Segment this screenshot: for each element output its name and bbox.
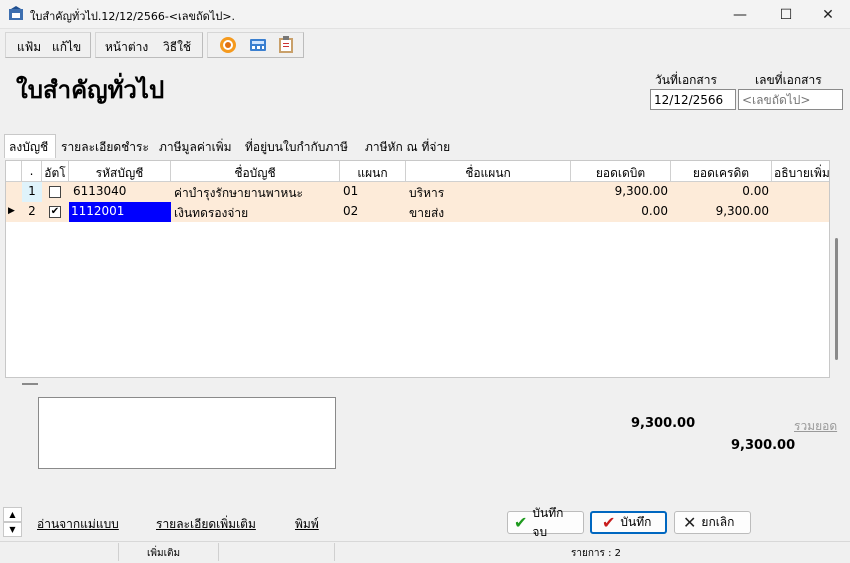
dept-cell[interactable]: 01 bbox=[340, 182, 406, 202]
calculator-icon[interactable] bbox=[248, 35, 268, 55]
description-cell[interactable] bbox=[772, 182, 829, 202]
menu-edit[interactable]: แก้ไข bbox=[52, 38, 81, 57]
debit-cell[interactable]: 9,300.00 bbox=[571, 182, 671, 202]
tab-invoice-address[interactable]: ที่อยู่บนใบกำกับภาษี bbox=[241, 135, 361, 157]
row-number: 1 bbox=[22, 182, 42, 202]
row-number: 2 bbox=[28, 204, 36, 218]
grid-header-no[interactable]: . bbox=[22, 161, 42, 182]
dept-cell[interactable]: 02 bbox=[340, 202, 406, 222]
cancel-button[interactable]: ✕ ยกเลิก bbox=[674, 511, 751, 534]
account-code-cell-selected[interactable]: 1112001 bbox=[69, 202, 171, 222]
account-code-cell[interactable]: 6113040 bbox=[69, 182, 171, 202]
status-mode: เพิ่มเติม bbox=[118, 543, 218, 561]
tab-vat[interactable]: ภาษีมูลค่าเพิ่ม bbox=[155, 135, 241, 157]
table-row[interactable]: ▶ 2 ✔ 1112001 เงินทดรองจ่าย 02 ขายส่ง 0.… bbox=[6, 202, 829, 222]
grid-horizontal-scroll-thumb[interactable] bbox=[22, 383, 38, 385]
grid-horizontal-scrollbar[interactable] bbox=[6, 378, 830, 392]
check-icon: ✔ bbox=[514, 513, 528, 532]
save-close-button[interactable]: ✔ บันทึกจบ bbox=[507, 506, 584, 539]
auto-checkbox[interactable] bbox=[49, 186, 61, 198]
menu-window[interactable]: หน้าต่าง bbox=[105, 38, 148, 57]
grid-header-auto[interactable]: อัตโ bbox=[42, 161, 69, 182]
close-button[interactable]: ✕ bbox=[805, 0, 850, 29]
account-name-cell[interactable]: ค่าบำรุงรักษายานพาหนะ bbox=[171, 182, 340, 202]
target-icon[interactable] bbox=[218, 35, 238, 55]
description-cell[interactable] bbox=[772, 202, 829, 222]
dept-name-cell[interactable]: บริหาร bbox=[406, 182, 571, 202]
grid-header-indicator bbox=[6, 161, 22, 182]
grid-header-debit[interactable]: ยอดเดบิต bbox=[571, 161, 671, 182]
grid-header: . อัตโ รหัสบัญชี ชื่อบัญชี แผนก ชื่อแผนก… bbox=[6, 161, 829, 182]
table-row[interactable]: 1 6113040 ค่าบำรุงรักษายานพาหนะ 01 บริหา… bbox=[6, 182, 829, 202]
menu-file[interactable]: แฟ้ม bbox=[17, 38, 41, 57]
credit-total: 9,300.00 bbox=[731, 438, 796, 453]
more-details-link[interactable]: รายละเอียดเพิ่มเติม bbox=[156, 515, 256, 534]
auto-checkbox-cell bbox=[42, 182, 69, 202]
tab-payment-details[interactable]: รายละเอียดชำระ bbox=[57, 135, 156, 157]
grid-header-dept-name[interactable]: ชื่อแผนก bbox=[406, 161, 571, 182]
check-red-icon: ✔ bbox=[602, 513, 616, 532]
menu-help[interactable]: วิธีใช้ bbox=[163, 38, 191, 57]
debit-cell[interactable]: 0.00 bbox=[571, 202, 671, 222]
grid-header-account-name[interactable]: ชื่อบัญชี bbox=[171, 161, 340, 182]
credit-cell[interactable]: 9,300.00 bbox=[671, 202, 772, 222]
save-label: บันทึก bbox=[620, 515, 652, 529]
debit-total: 9,300.00 bbox=[631, 416, 696, 431]
scroll-up-icon[interactable]: ▲ bbox=[3, 507, 22, 522]
doc-number-label: เลขที่เอกสาร bbox=[755, 73, 822, 87]
memo-field[interactable] bbox=[38, 397, 336, 469]
minimize-button[interactable]: — bbox=[717, 0, 763, 29]
status-cell-empty bbox=[218, 543, 334, 561]
print-link[interactable]: พิมพ์ bbox=[295, 515, 319, 534]
read-template-link[interactable]: อ่านจากแม่แบบ bbox=[37, 515, 119, 534]
grid-header-dept[interactable]: แผนก bbox=[340, 161, 406, 182]
date-label: วันที่เอกสาร bbox=[655, 73, 717, 87]
grid-vertical-scroll-thumb[interactable] bbox=[835, 238, 838, 360]
auto-checkbox-cell: ✔ bbox=[42, 202, 69, 222]
dept-name-cell[interactable]: ขายส่ง bbox=[406, 202, 571, 222]
date-field[interactable] bbox=[650, 89, 736, 110]
close-icon: ✕ bbox=[683, 513, 697, 532]
grid-header-account-code[interactable]: รหัสบัญชี bbox=[69, 161, 171, 182]
maximize-button[interactable]: ☐ bbox=[763, 0, 809, 29]
current-row-arrow-icon: ▶ bbox=[8, 206, 15, 216]
account-name-cell[interactable]: เงินทดรองจ่าย bbox=[171, 202, 340, 222]
status-item-count: รายการ : 2 bbox=[334, 543, 834, 561]
app-icon bbox=[9, 6, 23, 20]
auto-checkbox[interactable]: ✔ bbox=[49, 206, 61, 218]
grid-header-credit[interactable]: ยอดเครดิต bbox=[671, 161, 772, 182]
save-button[interactable]: ✔ บันทึก bbox=[590, 511, 667, 534]
tab-withholding-tax[interactable]: ภาษีหัก ณ ที่จ่าย bbox=[361, 135, 459, 157]
doc-number-field[interactable] bbox=[738, 89, 843, 110]
scroll-down-icon[interactable]: ▼ bbox=[3, 522, 22, 537]
save-close-label: บันทึกจบ bbox=[532, 505, 564, 539]
page-title: ใบสำคัญทั่วไป bbox=[16, 76, 165, 104]
journal-grid[interactable]: . อัตโ รหัสบัญชี ชื่อบัญชี แผนก ชื่อแผนก… bbox=[5, 160, 830, 378]
sum-link[interactable]: รวมยอด bbox=[794, 417, 837, 436]
clipboard-icon[interactable] bbox=[276, 35, 296, 55]
cancel-label: ยกเลิก bbox=[701, 515, 735, 529]
grid-header-description[interactable]: อธิบายเพิ่ม bbox=[772, 161, 829, 182]
tab-posting[interactable]: ลงบัญชี bbox=[4, 134, 56, 158]
credit-cell[interactable]: 0.00 bbox=[671, 182, 772, 202]
window-title: ใบสำคัญทั่วไป.12/12/2566-<เลขถัดไป>. bbox=[30, 10, 236, 23]
